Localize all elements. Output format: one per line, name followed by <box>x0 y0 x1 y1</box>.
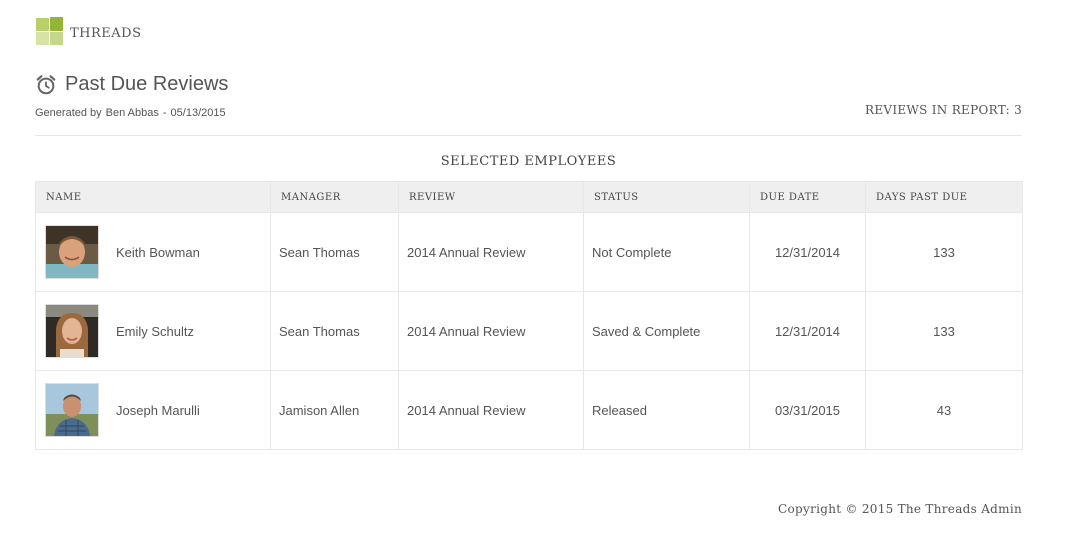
page-title: Past Due Reviews <box>65 73 229 95</box>
threads-logo-icon <box>36 17 64 47</box>
review-cell: 2014 Annual Review <box>398 291 584 371</box>
brand-name: THREADS <box>70 25 142 41</box>
column-header-due-date: DUE DATE <box>749 181 866 213</box>
status-cell: Not Complete <box>583 212 750 292</box>
table-row[interactable]: Joseph Marulli Jamison Allen 2014 Annual… <box>35 370 1023 450</box>
employee-name: Joseph Marulli <box>116 402 200 418</box>
days-past-due-cell: 133 <box>865 212 1023 292</box>
section-title: SELECTED EMPLOYEES <box>440 154 617 169</box>
generated-separator: - <box>162 107 167 119</box>
status-cell: Saved & Complete <box>583 291 750 371</box>
review-cell: 2014 Annual Review <box>398 370 584 450</box>
generated-prefix: Generated by <box>35 107 102 119</box>
copyright-owner: The Threads Admin <box>897 502 1022 516</box>
footer-copyright: Copyright © 2015 The Threads Admin <box>778 502 1022 516</box>
employees-table: NAME MANAGER REVIEW STATUS DUE DATE DAYS… <box>35 181 1023 450</box>
employee-name: Keith Bowman <box>116 244 200 260</box>
column-header-manager: MANAGER <box>270 181 399 213</box>
table-header-row: NAME MANAGER REVIEW STATUS DUE DATE DAYS… <box>35 181 1023 213</box>
review-cell: 2014 Annual Review <box>398 212 584 292</box>
generated-date: 05/13/2015 <box>170 107 226 119</box>
due-date-cell: 12/31/2014 <box>749 291 866 371</box>
name-cell: Keith Bowman <box>35 212 271 292</box>
column-header-review: REVIEW <box>398 181 584 213</box>
table-row[interactable]: Emily Schultz Sean Thomas 2014 Annual Re… <box>35 291 1023 371</box>
report-title: Past Due Reviews <box>35 73 228 96</box>
generated-info: Generated by Ben Abbas - 05/13/2015 <box>35 107 226 119</box>
manager-cell: Jamison Allen <box>270 370 399 450</box>
manager-cell: Sean Thomas <box>270 291 399 371</box>
avatar[interactable] <box>45 383 99 437</box>
report-page: THREADS Past Due Reviews Generated by Be… <box>0 0 1069 536</box>
generated-by: Ben Abbas <box>105 107 159 119</box>
brand-logo-link[interactable]: THREADS <box>36 17 142 47</box>
copyright-label: Copyright © <box>778 502 858 516</box>
due-date-cell: 03/31/2015 <box>749 370 866 450</box>
column-header-days-past-due: DAYS PAST DUE <box>865 181 1023 213</box>
name-cell: Emily Schultz <box>35 291 271 371</box>
column-header-name: NAME <box>35 181 271 213</box>
due-date-cell: 12/31/2014 <box>749 212 866 292</box>
table-row[interactable]: Keith Bowman Sean Thomas 2014 Annual Rev… <box>35 212 1023 292</box>
divider <box>35 135 1022 136</box>
copyright-year: 2015 <box>861 502 894 516</box>
reviews-in-report-count: REVIEWS IN REPORT: 3 <box>865 103 1022 117</box>
status-cell: Released <box>583 370 750 450</box>
days-past-due-cell: 133 <box>865 291 1023 371</box>
days-past-due-cell: 43 <box>865 370 1023 450</box>
alarm-clock-icon <box>36 74 56 94</box>
avatar[interactable] <box>45 225 99 279</box>
name-cell: Joseph Marulli <box>35 370 271 450</box>
avatar[interactable] <box>45 304 99 358</box>
column-header-status: STATUS <box>583 181 750 213</box>
employee-name: Emily Schultz <box>116 323 195 339</box>
manager-cell: Sean Thomas <box>270 212 399 292</box>
